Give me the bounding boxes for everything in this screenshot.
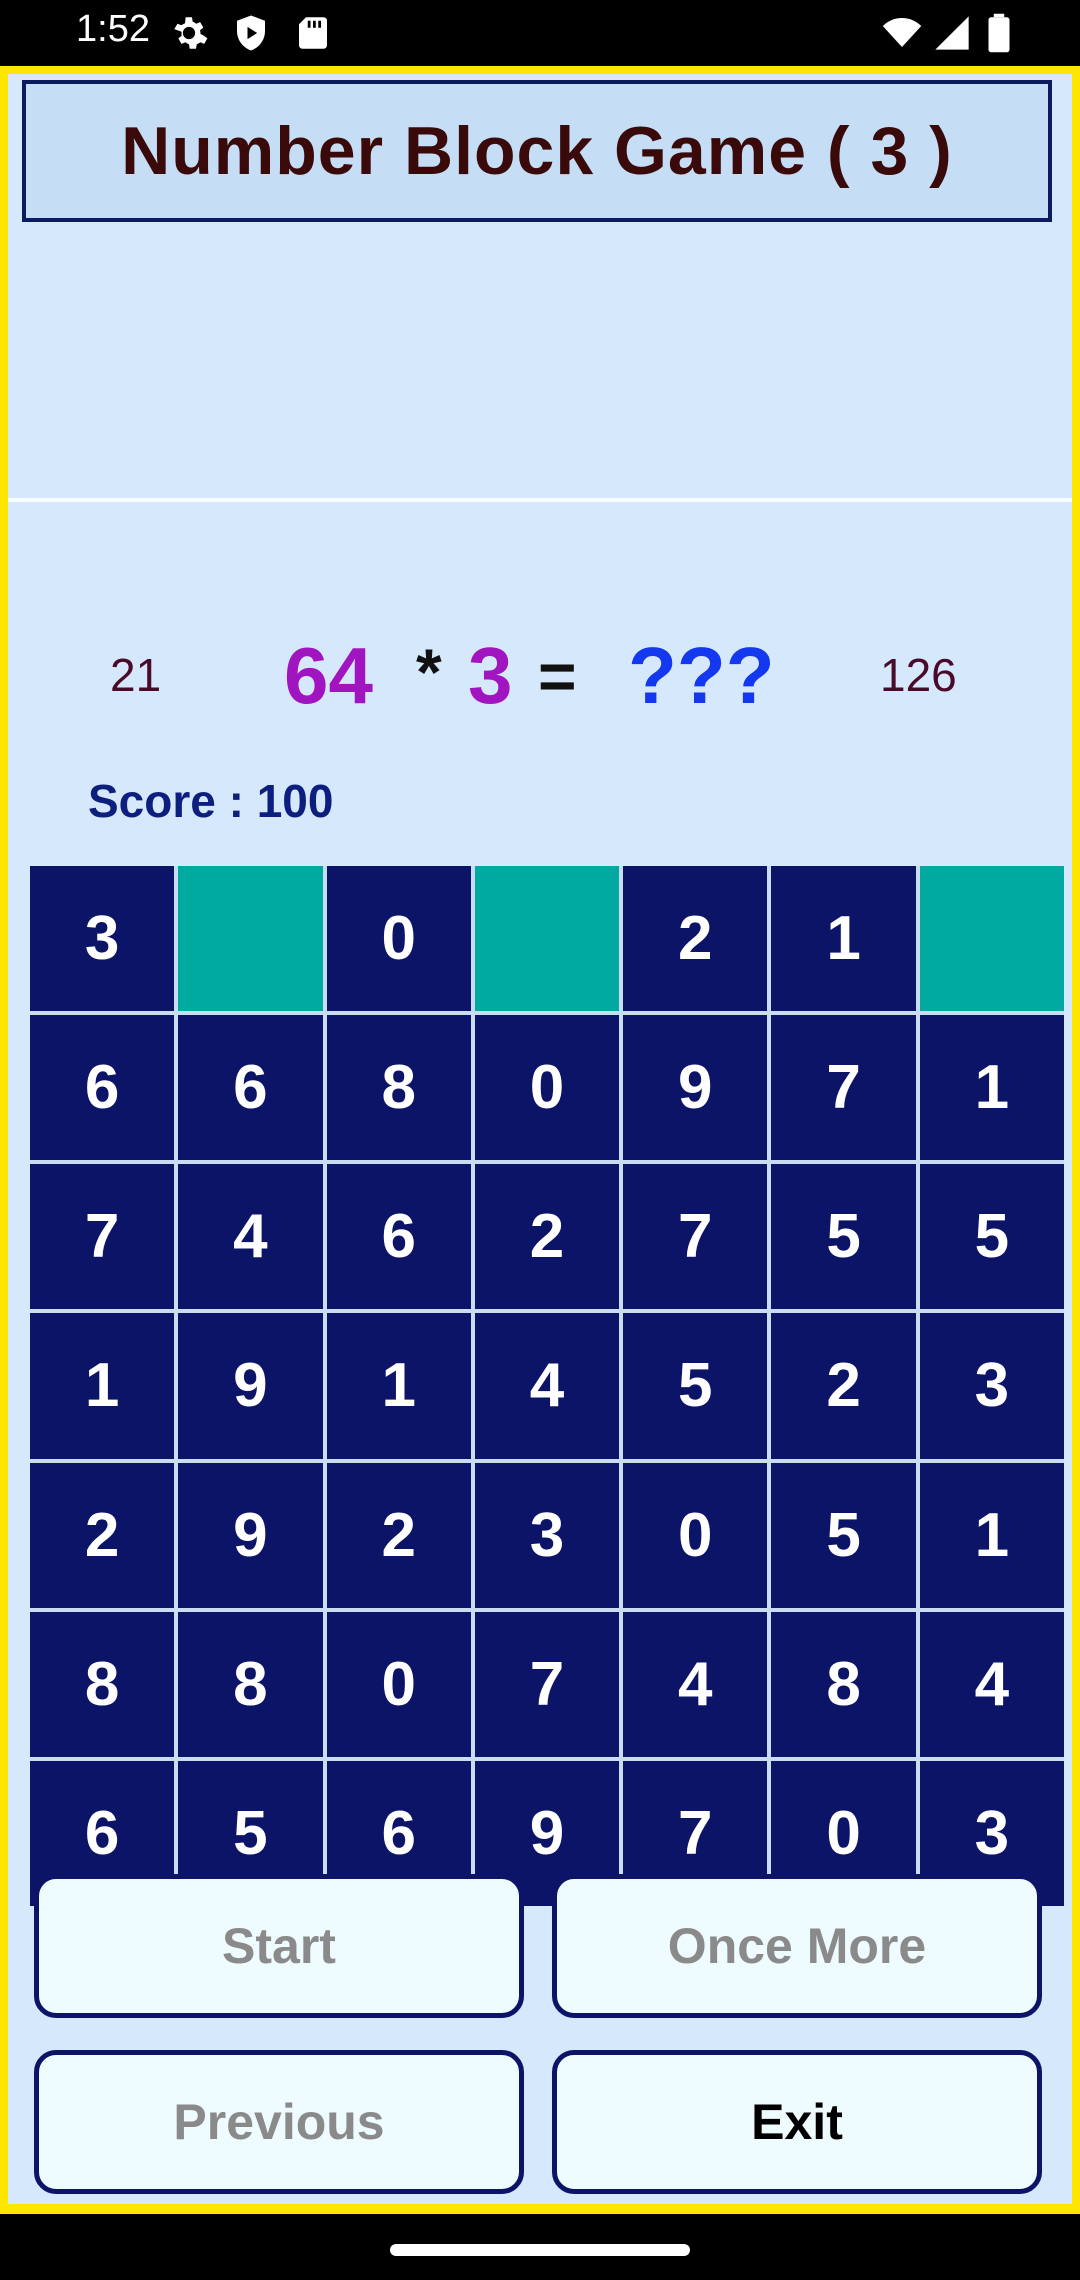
number-block[interactable]: 1 xyxy=(919,1462,1064,1608)
number-block[interactable]: 8 xyxy=(30,1611,175,1757)
number-block[interactable]: 2 xyxy=(623,866,768,1012)
number-block[interactable]: 0 xyxy=(474,1015,620,1161)
number-block[interactable]: 2 xyxy=(326,1462,471,1608)
app-frame: Number Block Game ( 3 ) 21 64 * 3 = ??? … xyxy=(0,66,1080,2214)
number-block[interactable]: 0 xyxy=(623,1462,768,1608)
number-block[interactable]: 4 xyxy=(919,1611,1064,1757)
wifi-icon xyxy=(880,12,922,54)
operator: * xyxy=(416,635,442,709)
shield-play-icon xyxy=(230,12,272,54)
number-block[interactable]: 5 xyxy=(623,1313,768,1459)
number-block[interactable]: 6 xyxy=(30,1015,175,1161)
empty-block[interactable] xyxy=(919,866,1064,1012)
cell-signal-icon xyxy=(932,12,974,54)
number-block[interactable]: 4 xyxy=(474,1313,620,1459)
answer-unknown: ??? xyxy=(628,631,775,720)
number-block[interactable]: 2 xyxy=(30,1462,175,1608)
number-block[interactable]: 9 xyxy=(178,1313,323,1459)
previous-button[interactable]: Previous xyxy=(34,2050,524,2194)
number-block[interactable]: 4 xyxy=(178,1164,323,1310)
number-block[interactable]: 8 xyxy=(326,1015,471,1161)
number-block[interactable]: 1 xyxy=(30,1313,175,1459)
number-block[interactable]: 1 xyxy=(919,1015,1064,1161)
number-block[interactable]: 7 xyxy=(474,1611,620,1757)
empty-block[interactable] xyxy=(474,866,620,1012)
divider xyxy=(8,498,1072,502)
number-block[interactable]: 0 xyxy=(326,1611,471,1757)
number-block[interactable]: 5 xyxy=(771,1164,916,1310)
number-block[interactable]: 9 xyxy=(623,1015,768,1161)
number-block[interactable]: 2 xyxy=(771,1313,916,1459)
number-block[interactable]: 3 xyxy=(919,1313,1064,1459)
right-hint: 126 xyxy=(880,649,957,701)
exit-button[interactable]: Exit xyxy=(552,2050,1042,2194)
sd-card-icon xyxy=(292,12,334,54)
number-block[interactable]: 6 xyxy=(326,1164,471,1310)
number-grid: 3021668097174627551914523292305188074846… xyxy=(30,866,1064,1906)
number-block[interactable]: 1 xyxy=(326,1313,471,1459)
operand-a: 64 xyxy=(284,631,373,720)
settings-gear-icon xyxy=(168,12,210,54)
number-block[interactable]: 6 xyxy=(178,1015,323,1161)
number-block[interactable]: 9 xyxy=(178,1462,323,1608)
title-box: Number Block Game ( 3 ) xyxy=(22,80,1052,222)
score-label: Score : 100 xyxy=(88,775,334,827)
left-hint: 21 xyxy=(110,649,162,701)
once-more-button[interactable]: Once More xyxy=(552,1874,1042,2018)
game-screen: Number Block Game ( 3 ) 21 64 * 3 = ??? … xyxy=(8,74,1072,2204)
equals-sign: = xyxy=(538,639,577,713)
operand-b: 3 xyxy=(468,631,513,720)
number-block[interactable]: 7 xyxy=(30,1164,175,1310)
start-button[interactable]: Start xyxy=(34,1874,524,2018)
number-block[interactable]: 7 xyxy=(771,1015,916,1161)
number-block[interactable]: 3 xyxy=(474,1462,620,1608)
number-block[interactable]: 3 xyxy=(30,866,175,1012)
number-block[interactable]: 1 xyxy=(771,866,916,1012)
number-block[interactable]: 2 xyxy=(474,1164,620,1310)
number-block[interactable]: 7 xyxy=(623,1164,768,1310)
number-block[interactable]: 0 xyxy=(326,866,471,1012)
page-title: Number Block Game ( 3 ) xyxy=(121,113,953,189)
home-gesture-handle[interactable] xyxy=(390,2244,690,2256)
battery-icon xyxy=(986,12,1028,54)
number-block[interactable]: 4 xyxy=(623,1611,768,1757)
number-block[interactable]: 8 xyxy=(178,1611,323,1757)
status-time: 1:52 xyxy=(76,8,150,50)
number-block[interactable]: 5 xyxy=(771,1462,916,1608)
number-block[interactable]: 5 xyxy=(919,1164,1064,1310)
number-block[interactable]: 8 xyxy=(771,1611,916,1757)
empty-block[interactable] xyxy=(178,866,323,1012)
status-bar: 1:52 xyxy=(0,0,1080,66)
